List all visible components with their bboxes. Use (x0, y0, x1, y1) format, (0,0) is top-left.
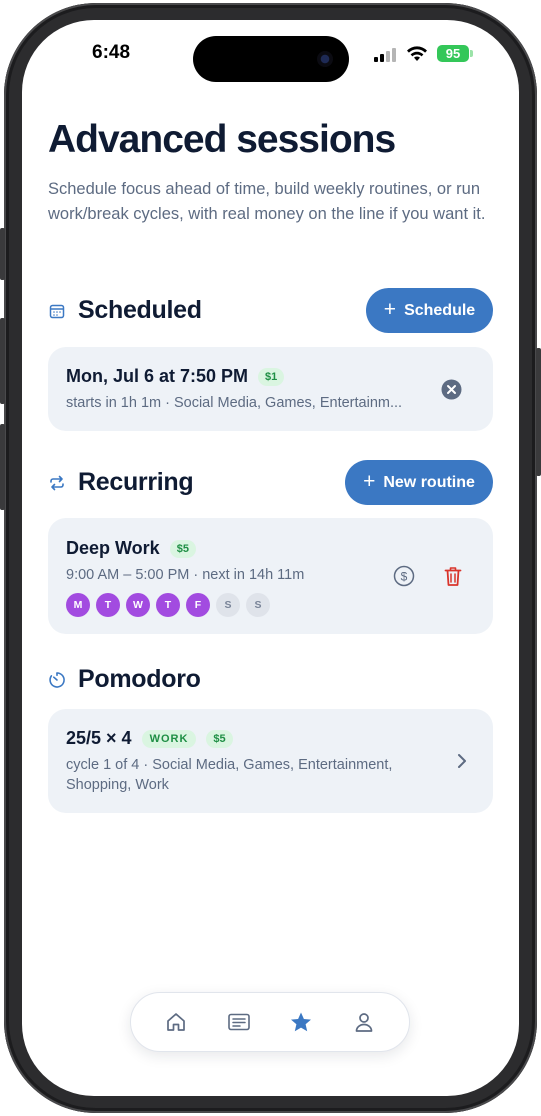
stake-badge: $5 (169, 539, 196, 558)
card-title-row: 25/5 × 4 WORK $5 (66, 728, 233, 749)
dynamic-island (193, 36, 349, 82)
cellular-signal-icon (374, 48, 398, 62)
open-pomodoro-button[interactable] (452, 749, 472, 773)
day-chip: S (216, 593, 240, 617)
new-routine-button[interactable]: + New routine (345, 460, 493, 505)
repeat-icon (48, 474, 66, 492)
calendar-icon (48, 302, 66, 320)
scheduled-title: Scheduled (78, 296, 202, 324)
page-subtitle: Schedule focus ahead of time, build week… (48, 180, 486, 223)
pomodoro-session-title: 25/5 × 4 (66, 728, 132, 748)
day-chip: T (156, 593, 180, 617)
day-chip: F (186, 593, 210, 617)
tab-sessions-list[interactable] (222, 1005, 256, 1039)
camera-icon (317, 51, 333, 67)
page-title: Advanced sessions (48, 118, 396, 161)
schedule-button[interactable]: + Schedule (366, 288, 493, 333)
stake-badge: $1 (258, 367, 285, 386)
tab-advanced[interactable] (284, 1005, 318, 1039)
card-title-row: Deep Work $5 (66, 538, 196, 559)
close-circle-icon (441, 379, 461, 399)
wifi-icon (407, 46, 427, 61)
profile-icon (355, 1013, 373, 1032)
battery-indicator: 95 (437, 45, 469, 62)
scheduled-session-subtitle: starts in 1h 1m · Social Media, Games, E… (66, 395, 403, 411)
pomodoro-subtitle-line1: cycle 1 of 4 · Social Media, Games, Ente… (66, 757, 393, 773)
pomodoro-card[interactable]: 25/5 × 4 WORK $5 cycle 1 of 4 · Social M… (48, 709, 493, 813)
list-icon (227, 1013, 250, 1031)
pomodoro-section-header: Pomodoro (48, 665, 201, 694)
scheduled-session-title: Mon, Jul 6 at 7:50 PM (66, 366, 249, 386)
dollar-circle-icon: $ (393, 565, 415, 587)
chevron-right-icon (458, 754, 466, 768)
day-chip: S (246, 593, 270, 617)
cancel-scheduled-button[interactable] (440, 378, 462, 400)
star-icon (291, 1012, 312, 1031)
pomodoro-title: Pomodoro (78, 665, 201, 693)
day-chip: W (126, 593, 150, 617)
trash-icon (444, 566, 462, 586)
scheduled-section-header: Scheduled (48, 296, 202, 325)
pomodoro-subtitle-line2: Shopping, Work (66, 777, 169, 793)
day-chip: T (96, 593, 120, 617)
tab-home[interactable] (159, 1005, 193, 1039)
new-routine-button-label: New routine (383, 473, 475, 491)
recurring-title: Recurring (78, 468, 194, 496)
volume-up-button (0, 318, 5, 404)
routine-card[interactable]: Deep Work $5 9:00 AM – 5:00 PM · next in… (48, 518, 493, 634)
routine-subtitle: 9:00 AM – 5:00 PM · next in 14h 11m (66, 567, 305, 583)
card-title-row: Mon, Jul 6 at 7:50 PM $1 (66, 366, 285, 387)
recurring-section-header: Recurring (48, 468, 194, 497)
volume-down-button (0, 424, 5, 510)
action-button (0, 228, 5, 280)
svg-text:$: $ (401, 570, 408, 584)
home-icon (167, 1013, 186, 1031)
routine-stake-button[interactable]: $ (392, 564, 416, 588)
status-time: 6:48 (92, 42, 131, 63)
phase-badge: WORK (141, 729, 197, 748)
timer-icon (48, 671, 66, 689)
delete-routine-button[interactable] (441, 564, 465, 588)
screen: 6:48 95 Advanced sessions Schedule focus… (22, 20, 519, 1096)
tab-profile[interactable] (347, 1005, 381, 1039)
plus-icon: + (363, 470, 376, 493)
battery-tip (470, 50, 473, 57)
routine-title: Deep Work (66, 538, 160, 558)
tab-bar (130, 992, 410, 1052)
schedule-button-label: Schedule (404, 301, 476, 319)
routine-days: M T W T F S S (66, 593, 270, 617)
stake-badge: $5 (206, 729, 233, 748)
power-button (536, 348, 541, 476)
scheduled-session-card[interactable]: Mon, Jul 6 at 7:50 PM $1 starts in 1h 1m… (48, 347, 493, 431)
day-chip: M (66, 593, 90, 617)
plus-icon: + (383, 298, 397, 321)
